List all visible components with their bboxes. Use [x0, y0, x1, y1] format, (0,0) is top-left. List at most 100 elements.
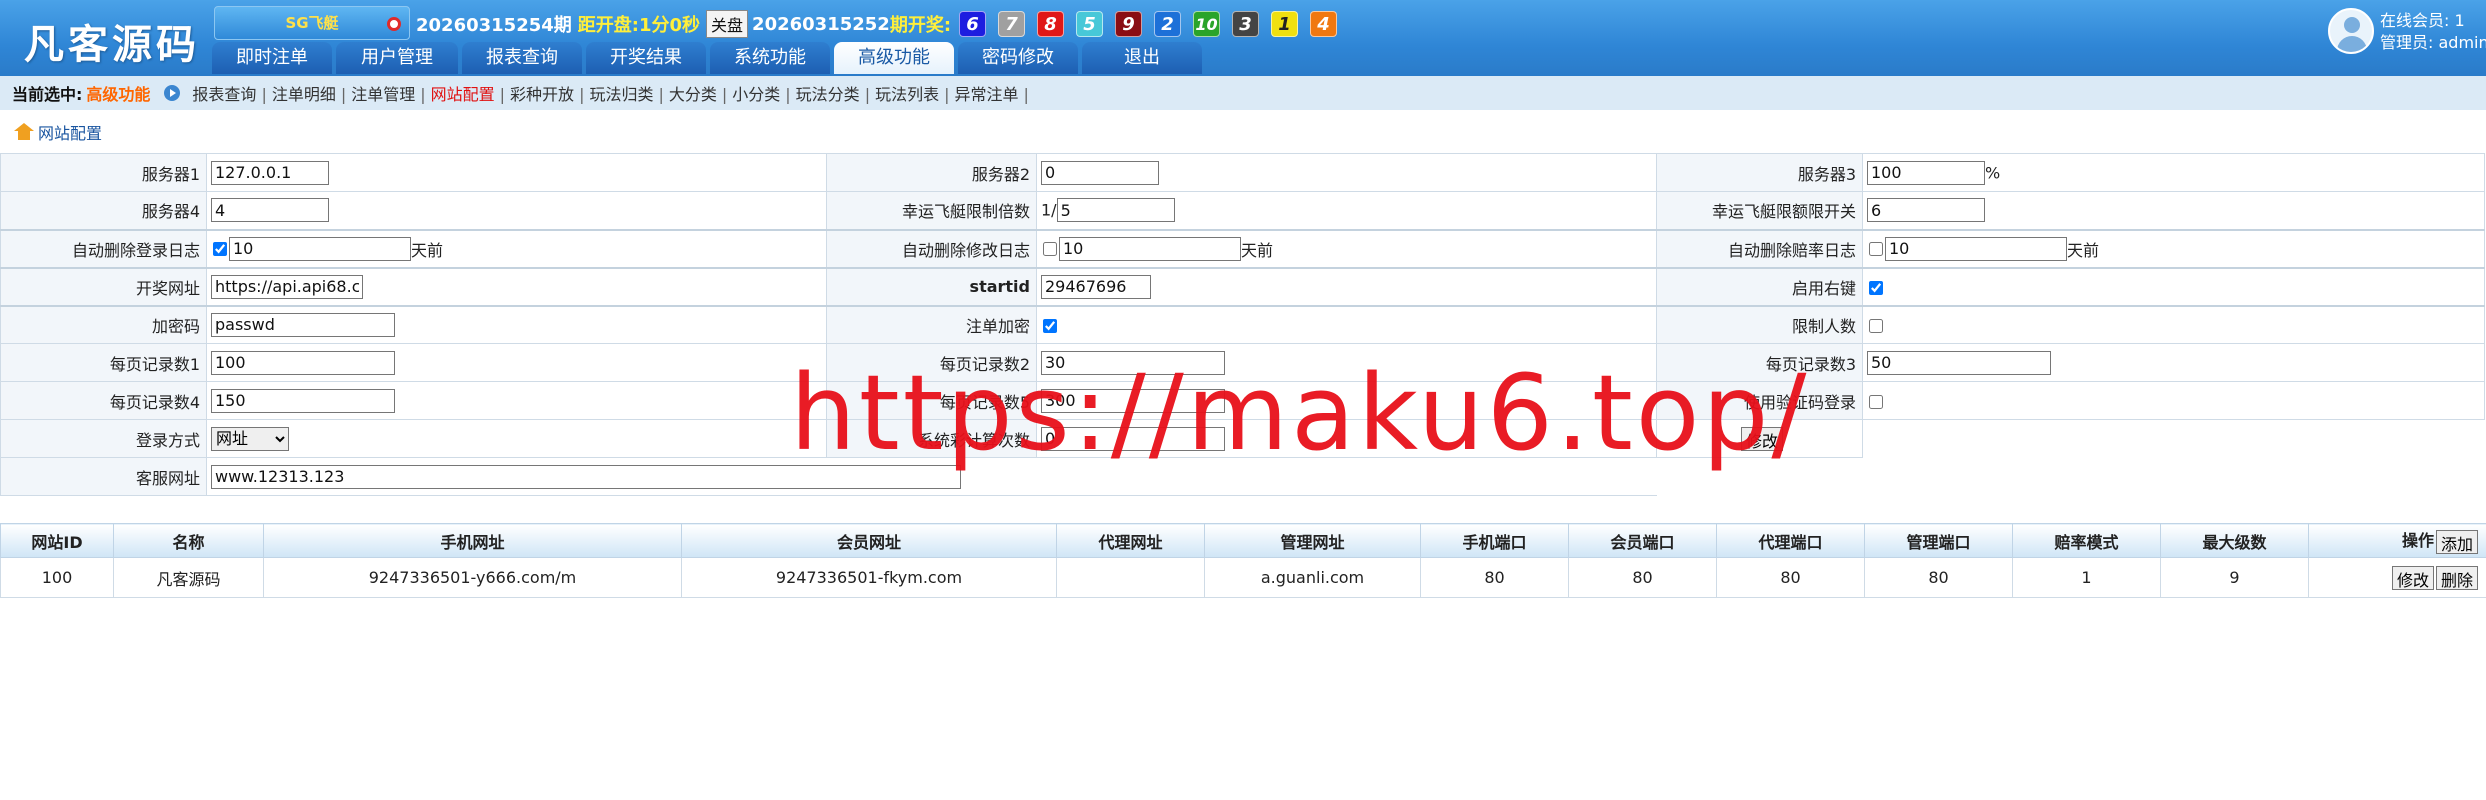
- del-odds-log-unit: 天前: [2067, 240, 2100, 260]
- system-lottery-input[interactable]: [1041, 426, 1225, 451]
- bet-encrypt-checkbox[interactable]: [1043, 318, 1057, 333]
- nav-tab[interactable]: 开奖结果: [586, 42, 706, 74]
- sites-column-header: 会员网址: [681, 523, 1057, 558]
- per-page1-label: 每页记录数1: [0, 343, 207, 382]
- draw-ball: 6: [959, 11, 987, 37]
- del-odds-log-input[interactable]: [1885, 236, 2067, 261]
- add-site-button[interactable]: 添加: [2435, 529, 2478, 554]
- sites-column-header: 最大级数: [2160, 523, 2309, 558]
- system-lottery-label: 系统彩计算次数: [826, 419, 1037, 458]
- nav-tab[interactable]: 用户管理: [336, 42, 458, 74]
- modify-config-button[interactable]: 修改: [1741, 426, 1784, 451]
- draw-status-line: 20260315254期 距开盘:1分0秒 关盘 20260315252 期开奖…: [416, 10, 1349, 38]
- table-row: 100 凡客源码 9247336501-y666.com/m 9247336501-f…: [0, 557, 2486, 598]
- table-cell: 9247336501-y666.com/m: [263, 557, 682, 598]
- limit-switch-input[interactable]: [1867, 198, 1985, 223]
- sub-nav-link[interactable]: 彩种开放: [510, 85, 574, 104]
- game-selector[interactable]: SG飞艇: [214, 6, 410, 40]
- per-page1-input[interactable]: [211, 350, 395, 375]
- sub-nav-link[interactable]: 大分类: [669, 85, 717, 104]
- sub-nav-link[interactable]: 异常注单: [954, 85, 1018, 104]
- limit-users-checkbox[interactable]: [1869, 318, 1883, 333]
- sites-column-header: 管理端口: [1864, 523, 2013, 558]
- del-modify-log-checkbox[interactable]: [1043, 241, 1057, 256]
- service-url-label: 客服网址: [0, 457, 207, 496]
- del-login-log-input[interactable]: [229, 236, 411, 261]
- admin-name: 管理员: admin: [2380, 33, 2486, 52]
- del-login-log-checkbox[interactable]: [213, 241, 227, 256]
- draw-ball: 2: [1154, 11, 1182, 37]
- server4-input[interactable]: [211, 198, 329, 223]
- separator: |: [579, 85, 585, 104]
- separator: |: [785, 85, 791, 104]
- config-row: 开奖网址 startid 启用右键: [0, 266, 2485, 306]
- config-row: 服务器1 服务器2 服务器3 %: [0, 153, 2485, 192]
- nav-tab[interactable]: 即时注单: [212, 42, 332, 74]
- sites-column-header: 管理网址: [1204, 523, 1421, 558]
- nav-tab[interactable]: 密码修改: [958, 42, 1078, 74]
- current-period: 20260315254期: [416, 15, 572, 36]
- startid-input[interactable]: [1041, 274, 1151, 299]
- config-row: 加密码 注单加密 限制人数: [0, 304, 2485, 344]
- separator: |: [721, 85, 728, 104]
- server1-input[interactable]: [211, 160, 329, 185]
- draw-ball: 10: [1193, 11, 1221, 37]
- sites-column-header: 代理端口: [1716, 523, 1865, 558]
- sub-nav-link[interactable]: 报表查询: [192, 85, 256, 104]
- current-selection-value: 高级功能: [86, 85, 151, 104]
- sub-nav-link[interactable]: 玩法列表: [875, 85, 939, 104]
- table-cell: 100: [0, 557, 114, 598]
- table-cell: a.guanli.com: [1204, 557, 1421, 598]
- del-odds-log-checkbox[interactable]: [1869, 241, 1883, 256]
- table-cell: 80: [1568, 557, 1717, 598]
- separator: |: [864, 85, 871, 104]
- sub-nav-link[interactable]: 玩法归类: [589, 85, 653, 104]
- per-page2-input[interactable]: [1041, 350, 1225, 375]
- per-page3-input[interactable]: [1867, 350, 2051, 375]
- sites-table: 网站ID 名称 手机网址 会员网址 代理网址 管理网址 手机端口 会员端口 代理端口 管理端口 赔率…: [0, 523, 2486, 598]
- server3-unit: %: [1985, 163, 2001, 182]
- service-url-input[interactable]: [211, 464, 961, 489]
- open-countdown: 距开盘:1分0秒: [577, 15, 701, 36]
- right-click-checkbox[interactable]: [1869, 280, 1883, 295]
- sites-column-header: 名称: [113, 523, 264, 558]
- table-cell: 80: [1420, 557, 1569, 598]
- del-modify-log-input[interactable]: [1059, 236, 1241, 261]
- sub-nav-link[interactable]: 注单管理: [351, 85, 415, 104]
- last-draw-period: 20260315252: [752, 13, 890, 35]
- draw-ball: 7: [998, 11, 1026, 37]
- sub-nav-bar: 当前选中: 高级功能 报表查询 | 注单明细 | 注单管理 | 网站配置 | 彩种开放 | 玩法归类…: [0, 76, 2486, 110]
- sub-nav-link[interactable]: 注单明细: [272, 85, 336, 104]
- sites-column-header: 操作 添加: [2308, 523, 2486, 558]
- site-config-table: 服务器1 服务器2 服务器3 % 服务器4 幸运飞艇限制倍数 1/ 幸运飞艇限额…: [0, 153, 2485, 496]
- encrypt-code-input[interactable]: [211, 312, 395, 337]
- sub-nav-link[interactable]: 小分类: [732, 85, 780, 104]
- sites-table-header: 网站ID 名称 手机网址 会员网址 代理网址 管理网址 手机端口 会员端口 代理端口 管理端口 赔率…: [0, 523, 2486, 558]
- close-market-button[interactable]: 关盘: [706, 10, 749, 38]
- del-modify-log-label: 自动删除修改日志: [826, 228, 1037, 268]
- nav-tab[interactable]: 报表查询: [462, 42, 582, 74]
- game-selector-toggle-icon[interactable]: [387, 17, 401, 31]
- per-page5-input[interactable]: [1041, 388, 1225, 413]
- delete-site-button[interactable]: 删除: [2435, 565, 2478, 590]
- nav-tab[interactable]: 退出: [1082, 42, 1202, 74]
- draw-url-input[interactable]: [211, 274, 363, 299]
- server3-input[interactable]: [1867, 160, 1985, 185]
- per-page4-input[interactable]: [211, 388, 395, 413]
- sub-nav-link[interactable]: 网站配置: [431, 85, 495, 104]
- login-mode-select[interactable]: 网址: [211, 426, 289, 451]
- server2-label: 服务器2: [826, 153, 1037, 192]
- config-row: 客服网址: [0, 457, 2485, 496]
- server2-input[interactable]: [1041, 160, 1159, 185]
- captcha-login-checkbox[interactable]: [1869, 394, 1883, 409]
- edit-site-button[interactable]: 修改: [2391, 565, 2434, 590]
- modify-cell: 修改: [1656, 419, 1863, 458]
- per-page3-label: 每页记录数3: [1656, 343, 1863, 382]
- sites-column-header: 手机网址: [263, 523, 682, 558]
- limit-multiple-input[interactable]: [1056, 198, 1175, 223]
- draw-ball: 9: [1115, 11, 1143, 37]
- per-page4-label: 每页记录数4: [0, 381, 207, 420]
- nav-tab[interactable]: 高级功能: [834, 42, 954, 74]
- sub-nav-link[interactable]: 玩法分类: [796, 85, 860, 104]
- nav-tab[interactable]: 系统功能: [710, 42, 830, 74]
